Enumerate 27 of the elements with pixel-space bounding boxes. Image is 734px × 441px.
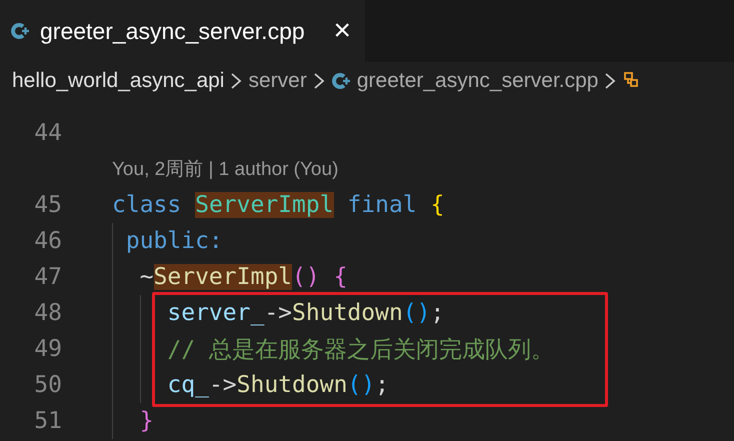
code-line: } bbox=[138, 408, 154, 434]
line-number: 45 bbox=[33, 192, 63, 218]
tab-label: greeter_async_server.cpp bbox=[40, 18, 305, 44]
chevron-icon bbox=[312, 71, 325, 91]
breadcrumb-item[interactable]: hello_world_async_api bbox=[12, 69, 224, 93]
close-icon[interactable]: × bbox=[333, 14, 351, 48]
line-number: 51 bbox=[33, 408, 63, 434]
cpp-file-icon bbox=[10, 21, 30, 41]
chevron-icon bbox=[230, 71, 242, 91]
line-number: 50 bbox=[33, 372, 63, 398]
cpp-file-icon bbox=[330, 71, 351, 91]
code-line: cq_->Shutdown(); bbox=[166, 372, 389, 398]
code-line: server_->Shutdown(); bbox=[166, 300, 444, 326]
line-number: 47 bbox=[33, 264, 63, 290]
breadcrumb-item[interactable]: server bbox=[248, 69, 307, 93]
chevron-icon bbox=[604, 71, 616, 91]
breadcrumb-item[interactable]: greeter_async_server.cpp bbox=[356, 69, 598, 93]
editor-tab[interactable]: greeter_async_server.cpp × bbox=[0, 0, 365, 62]
line-number: 49 bbox=[33, 336, 63, 362]
code-line: // 总是在服务器之后关闭完成队列。 bbox=[166, 336, 554, 364]
codelens-text[interactable]: You, 2周前 | 1 author (You) bbox=[112, 156, 338, 182]
line-number: 46 bbox=[33, 228, 63, 254]
line-number: 44 bbox=[33, 120, 63, 146]
code-line: public: bbox=[124, 228, 223, 254]
code-line: ~ServerImpl() { bbox=[138, 264, 348, 290]
code-line: class ServerImpl final { bbox=[112, 192, 444, 218]
line-number: 48 bbox=[33, 300, 63, 326]
